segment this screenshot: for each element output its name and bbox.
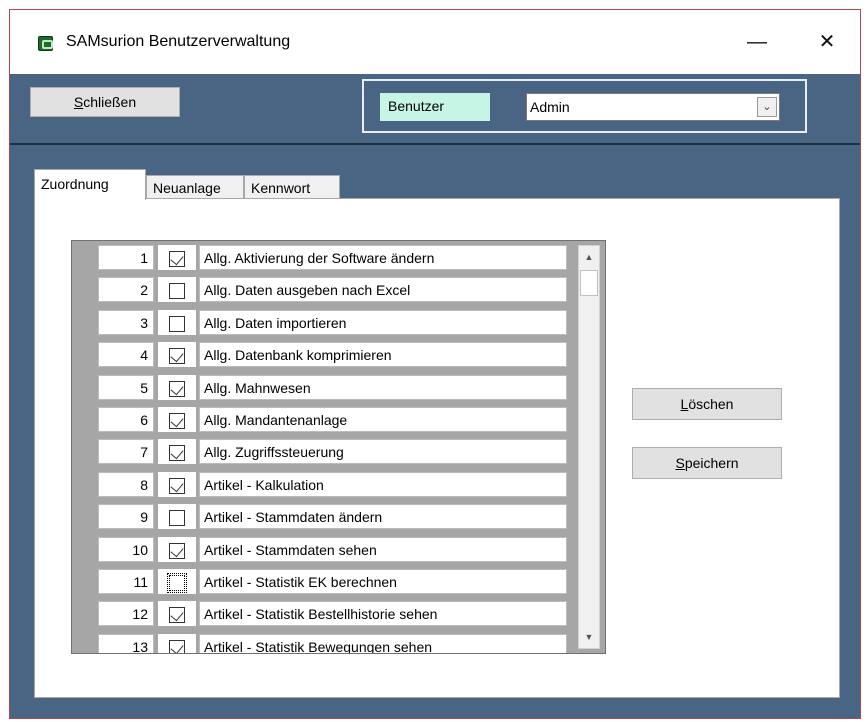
row-number: 2 bbox=[98, 277, 154, 303]
row-number: 6 bbox=[98, 407, 154, 432]
permission-label: Allg. Mandantenanlage bbox=[199, 407, 567, 432]
close-window-button[interactable]: ✕ bbox=[804, 24, 850, 60]
table-row: 8 Artikel - Kalkulation bbox=[72, 468, 572, 500]
permission-label: Allg. Aktivierung der Software ändern bbox=[199, 245, 567, 270]
permission-label: Allg. Mahnwesen bbox=[199, 374, 567, 400]
tab-zuordnung[interactable]: Zuordnung bbox=[34, 169, 146, 200]
close-button-label: chließen bbox=[83, 94, 137, 110]
row-number: 3 bbox=[98, 309, 154, 335]
minimize-button[interactable]: — bbox=[734, 24, 780, 60]
checkbox-cell bbox=[158, 277, 196, 303]
checkbox-cell bbox=[158, 407, 196, 432]
permission-checkbox[interactable] bbox=[167, 573, 187, 593]
row-number: 11 bbox=[98, 569, 154, 594]
table-row: 1 Allg. Aktivierung der Software ändern bbox=[72, 241, 572, 273]
table-row: 4 Allg. Datenbank komprimieren bbox=[72, 338, 572, 370]
permissions-grid: 13 Artikel - Statistik Bewegungen sehen 12… bbox=[71, 240, 606, 654]
permission-label: Artikel - Statistik Bewegungen sehen bbox=[199, 633, 567, 653]
row-number: 5 bbox=[98, 374, 154, 400]
table-row: 7 Allg. Zugriffssteuerung bbox=[72, 435, 572, 467]
row-number: 8 bbox=[98, 471, 154, 497]
permission-checkbox[interactable] bbox=[169, 445, 185, 462]
checkbox-cell bbox=[158, 342, 196, 368]
permission-label: Artikel - Statistik Bestellhistorie sehe… bbox=[199, 601, 567, 627]
checkbox-cell bbox=[158, 633, 196, 653]
permission-checkbox[interactable] bbox=[169, 413, 185, 429]
checkbox-cell bbox=[158, 374, 196, 400]
row-number: 10 bbox=[98, 536, 154, 562]
tab-kennwort[interactable]: Kennwort bbox=[244, 175, 340, 199]
permission-label: Allg. Datenbank komprimieren bbox=[199, 342, 567, 368]
title-bar: SAMsurion Benutzerverwaltung — ✕ bbox=[10, 10, 860, 74]
user-dropdown-value: Admin bbox=[530, 99, 570, 115]
app-icon bbox=[38, 36, 53, 51]
save-button-label: peichern bbox=[684, 455, 739, 471]
permission-label: Allg. Daten ausgeben nach Excel bbox=[199, 277, 567, 303]
checkbox-cell bbox=[158, 569, 196, 594]
permission-checkbox[interactable] bbox=[169, 251, 185, 267]
delete-button[interactable]: Löschen bbox=[632, 388, 782, 420]
chevron-down-icon[interactable]: ⌄ bbox=[757, 97, 777, 117]
user-selector-group: Benutzer Admin ⌄ bbox=[362, 79, 807, 133]
scrollbar-thumb[interactable] bbox=[580, 270, 598, 296]
checkbox-cell bbox=[158, 439, 196, 465]
row-number: 13 bbox=[98, 633, 154, 653]
permission-checkbox[interactable] bbox=[169, 348, 185, 365]
table-row: 11 Artikel - Statistik EK berechnen bbox=[72, 565, 572, 597]
permission-checkbox[interactable] bbox=[169, 510, 185, 527]
window-title: SAMsurion Benutzerverwaltung bbox=[66, 33, 291, 50]
row-number: 7 bbox=[98, 439, 154, 465]
vertical-scrollbar[interactable]: ▲ ▼ bbox=[578, 245, 600, 649]
permission-checkbox[interactable] bbox=[169, 542, 185, 559]
permission-label: Artikel - Stammdaten ändern bbox=[199, 504, 567, 530]
table-row: 5 Allg. Mahnwesen bbox=[72, 371, 572, 403]
checkbox-cell bbox=[158, 504, 196, 530]
row-number: 1 bbox=[98, 245, 154, 270]
permission-label: Artikel - Statistik EK berechnen bbox=[199, 569, 567, 594]
permission-label: Allg. Daten importieren bbox=[199, 309, 567, 335]
permission-checkbox[interactable] bbox=[169, 639, 185, 653]
close-button[interactable]: Schließen bbox=[30, 87, 180, 117]
save-button[interactable]: Speichern bbox=[632, 447, 782, 479]
permission-label: Artikel - Stammdaten sehen bbox=[199, 536, 567, 562]
close-button-mnemonic: S bbox=[73, 94, 84, 110]
table-row: 3 Allg. Daten importieren bbox=[72, 306, 572, 338]
checkbox-cell bbox=[158, 471, 196, 497]
permission-checkbox[interactable] bbox=[169, 477, 185, 494]
divider bbox=[10, 143, 860, 145]
permission-checkbox[interactable] bbox=[169, 315, 185, 332]
permission-label: Allg. Zugriffssteuerung bbox=[199, 439, 567, 465]
checkbox-cell bbox=[158, 245, 196, 270]
permission-checkbox[interactable] bbox=[169, 607, 185, 624]
user-label: Benutzer bbox=[380, 93, 490, 121]
checkbox-cell bbox=[158, 536, 196, 562]
table-row: 10 Artikel - Stammdaten sehen bbox=[72, 533, 572, 565]
save-button-mnemonic: S bbox=[675, 455, 685, 471]
table-row: 13 Artikel - Statistik Bewegungen sehen bbox=[72, 630, 572, 653]
scroll-up-icon[interactable]: ▲ bbox=[579, 248, 599, 266]
scroll-down-icon[interactable]: ▼ bbox=[579, 628, 599, 646]
delete-button-label: öschen bbox=[688, 396, 734, 412]
permission-label: Artikel - Kalkulation bbox=[199, 471, 567, 497]
table-row: 2 Allg. Daten ausgeben nach Excel bbox=[72, 273, 572, 305]
row-number: 9 bbox=[98, 504, 154, 530]
user-dropdown[interactable]: Admin ⌄ bbox=[526, 93, 780, 121]
table-row: 9 Artikel - Stammdaten ändern bbox=[72, 500, 572, 532]
tab-neuanlage[interactable]: Neuanlage bbox=[146, 175, 244, 199]
permission-checkbox[interactable] bbox=[169, 283, 185, 300]
checkbox-cell bbox=[158, 601, 196, 627]
row-number: 12 bbox=[98, 601, 154, 627]
table-row: 6 Allg. Mandantenanlage bbox=[72, 403, 572, 435]
table-row: 12 Artikel - Statistik Bestellhistorie se… bbox=[72, 597, 572, 629]
checkbox-cell bbox=[158, 309, 196, 335]
permission-checkbox[interactable] bbox=[169, 380, 185, 397]
row-number: 4 bbox=[98, 342, 154, 368]
